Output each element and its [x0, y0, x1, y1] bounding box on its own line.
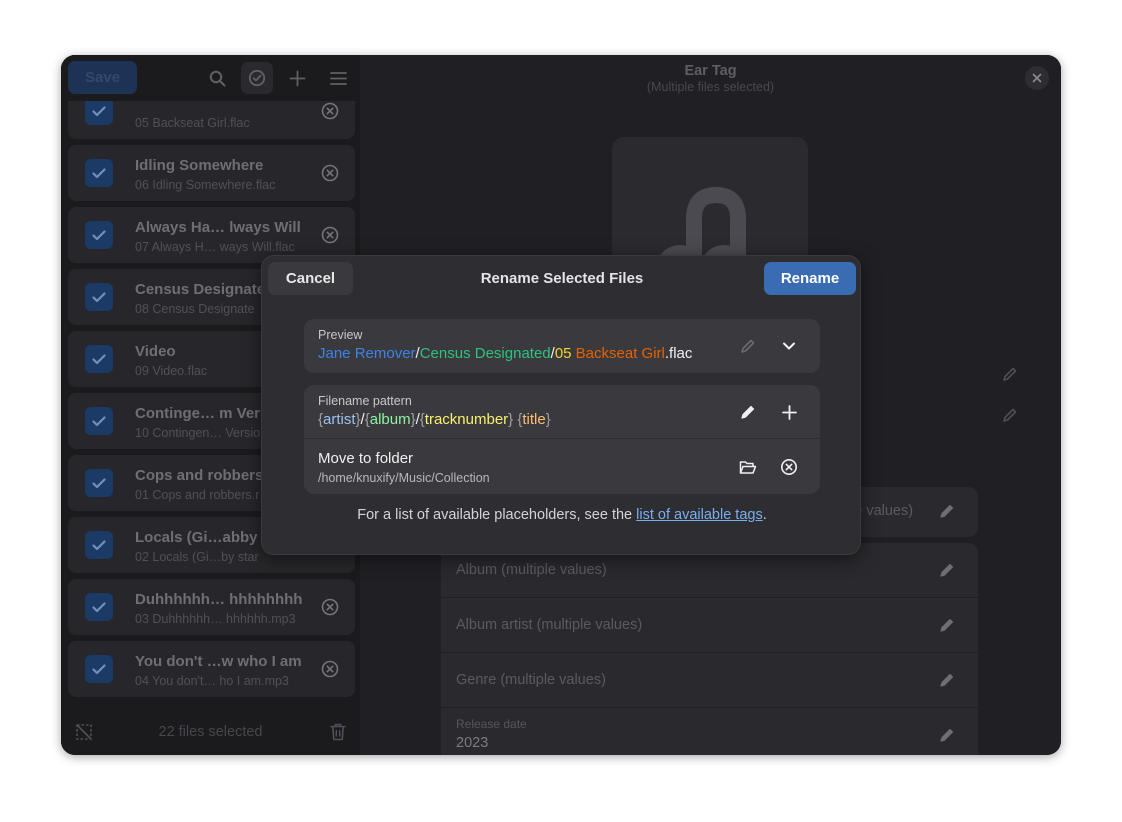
preview-row: Preview Jane Remover/Census Designated/0… — [304, 319, 820, 373]
checkbox-checked-icon[interactable] — [85, 159, 113, 187]
file-name: 03 Duhhhhhh… hhhhhh.mp3 — [135, 612, 296, 626]
move-folder-row[interactable]: Move to folder /home/knuxify/Music/Colle… — [304, 440, 820, 494]
move-folder-label: Move to folder — [318, 450, 414, 467]
field-row-genre[interactable]: Genre (multiple values) — [441, 653, 978, 708]
selection-mode-icon[interactable] — [241, 62, 273, 94]
pattern-brace: } — [545, 411, 551, 428]
checkbox-checked-icon[interactable] — [85, 407, 113, 435]
preview-label: Preview — [318, 328, 363, 342]
file-name: 04 You don't… ho I am.mp3 — [135, 674, 289, 688]
close-icon[interactable] — [1025, 66, 1049, 90]
available-tags-link[interactable]: list of available tags — [636, 507, 763, 523]
pattern-row[interactable]: Filename pattern {artist}/{album}/{track… — [304, 385, 820, 439]
search-icon[interactable] — [201, 62, 233, 94]
checkbox-checked-icon[interactable] — [85, 531, 113, 559]
remove-file-icon[interactable] — [320, 659, 340, 679]
rename-options: Filename pattern {artist}/{album}/{track… — [304, 385, 820, 494]
remove-file-icon[interactable] — [320, 163, 340, 183]
preview-title: Backseat Girl — [575, 345, 665, 362]
preview-track: 05 — [554, 345, 572, 362]
file-title: You don't …w who I am — [135, 653, 302, 670]
field-label: Release date — [456, 717, 527, 731]
file-title: Always Ha… lways Will — [135, 219, 301, 236]
edit-pencil-icon[interactable] — [939, 672, 955, 688]
checkbox-checked-icon[interactable] — [85, 283, 113, 311]
sidebar-footer: 22 files selected — [61, 709, 360, 755]
checkbox-checked-icon[interactable] — [85, 469, 113, 497]
trash-icon[interactable] — [322, 716, 354, 748]
edit-pencil-icon[interactable] — [1002, 366, 1018, 382]
list-item[interactable]: You don't …w who I am 04 You don't… ho I … — [68, 641, 355, 697]
hint-text: For a list of available placeholders, se… — [357, 507, 637, 523]
preview-filename: Jane Remover/Census Designated/05 Backse… — [318, 345, 692, 362]
field-row-release-date[interactable]: Release date 2023 — [441, 708, 978, 755]
add-icon[interactable] — [281, 62, 313, 94]
field-label: Album (multiple values) — [456, 562, 607, 578]
remove-file-icon[interactable] — [320, 597, 340, 617]
selected-count: 22 files selected — [158, 724, 263, 740]
checkbox-checked-icon[interactable] — [85, 593, 113, 621]
edit-pencil-icon[interactable] — [939, 727, 955, 743]
field-list: Album (multiple values) Album artist (mu… — [441, 543, 978, 755]
remove-file-icon[interactable] — [320, 225, 340, 245]
preview-artist: Jane Remover — [318, 345, 416, 362]
chevron-down-icon[interactable] — [775, 332, 803, 360]
list-item[interactable]: Duhhhhhh… hhhhhhhh 03 Duhhhhhh… hhhhhh.mp… — [68, 579, 355, 635]
field-label: Genre (multiple values) — [456, 672, 606, 688]
pattern-label: Filename pattern — [318, 394, 412, 408]
folder-open-icon[interactable] — [734, 453, 762, 481]
field-label: Album artist (multiple values) — [456, 617, 643, 633]
hint-suffix: . — [762, 507, 767, 523]
pattern-title: title — [522, 411, 546, 428]
pattern-track: tracknumber — [424, 411, 509, 428]
preview-album: Census Designated — [419, 345, 551, 362]
menu-icon[interactable] — [322, 62, 354, 94]
list-item[interactable]: Idling Somewhere 06 Idling Somewhere.flac — [68, 145, 355, 201]
file-name: 06 Idling Somewhere.flac — [135, 178, 276, 192]
file-title: Duhhhhhh… hhhhhhhh — [135, 591, 303, 608]
checkbox-checked-icon[interactable] — [85, 101, 113, 125]
edit-pencil-icon[interactable] — [939, 503, 955, 519]
file-name: 05 Backseat Girl.flac — [135, 116, 250, 130]
window-title: Ear Tag — [684, 63, 737, 79]
checkbox-checked-icon[interactable] — [85, 655, 113, 683]
checkbox-checked-icon[interactable] — [85, 221, 113, 249]
rename-button[interactable]: Rename — [764, 262, 856, 295]
window-subtitle: (Multiple files selected) — [646, 80, 775, 94]
preview-extension: .flac — [664, 345, 693, 362]
list-item[interactable]: 05 Backseat Girl.flac — [68, 101, 355, 139]
field-value: 2023 — [456, 735, 489, 751]
save-button[interactable]: Save — [68, 61, 137, 94]
sidebar-header: Save — [61, 55, 360, 101]
placeholder-hint: For a list of available placeholders, se… — [262, 507, 862, 523]
pattern-value[interactable]: {artist}/{album}/{tracknumber} {title} — [318, 411, 551, 428]
move-folder-path: /home/knuxify/Music/Collection — [318, 471, 490, 485]
file-title: Idling Somewhere — [135, 157, 264, 174]
cancel-button[interactable]: Cancel — [268, 262, 353, 295]
checkbox-checked-icon[interactable] — [85, 345, 113, 373]
rename-dialog: Cancel Rename Selected Files Rename Prev… — [261, 255, 861, 555]
pattern-artist: artist — [323, 411, 356, 428]
field-row-album-artist[interactable]: Album artist (multiple values) — [441, 598, 978, 653]
edit-pencil-icon[interactable] — [939, 562, 955, 578]
pattern-album: album — [369, 411, 411, 428]
edit-pencil-icon[interactable] — [1002, 407, 1018, 423]
clear-folder-icon[interactable] — [775, 453, 803, 481]
remove-file-icon[interactable] — [320, 101, 340, 121]
edit-pencil-icon[interactable] — [939, 617, 955, 633]
edit-pencil-icon[interactable] — [734, 332, 762, 360]
edit-pencil-icon[interactable] — [734, 398, 762, 426]
file-name: 07 Always H… ways Will.flac — [135, 240, 295, 254]
add-placeholder-icon[interactable] — [775, 398, 803, 426]
